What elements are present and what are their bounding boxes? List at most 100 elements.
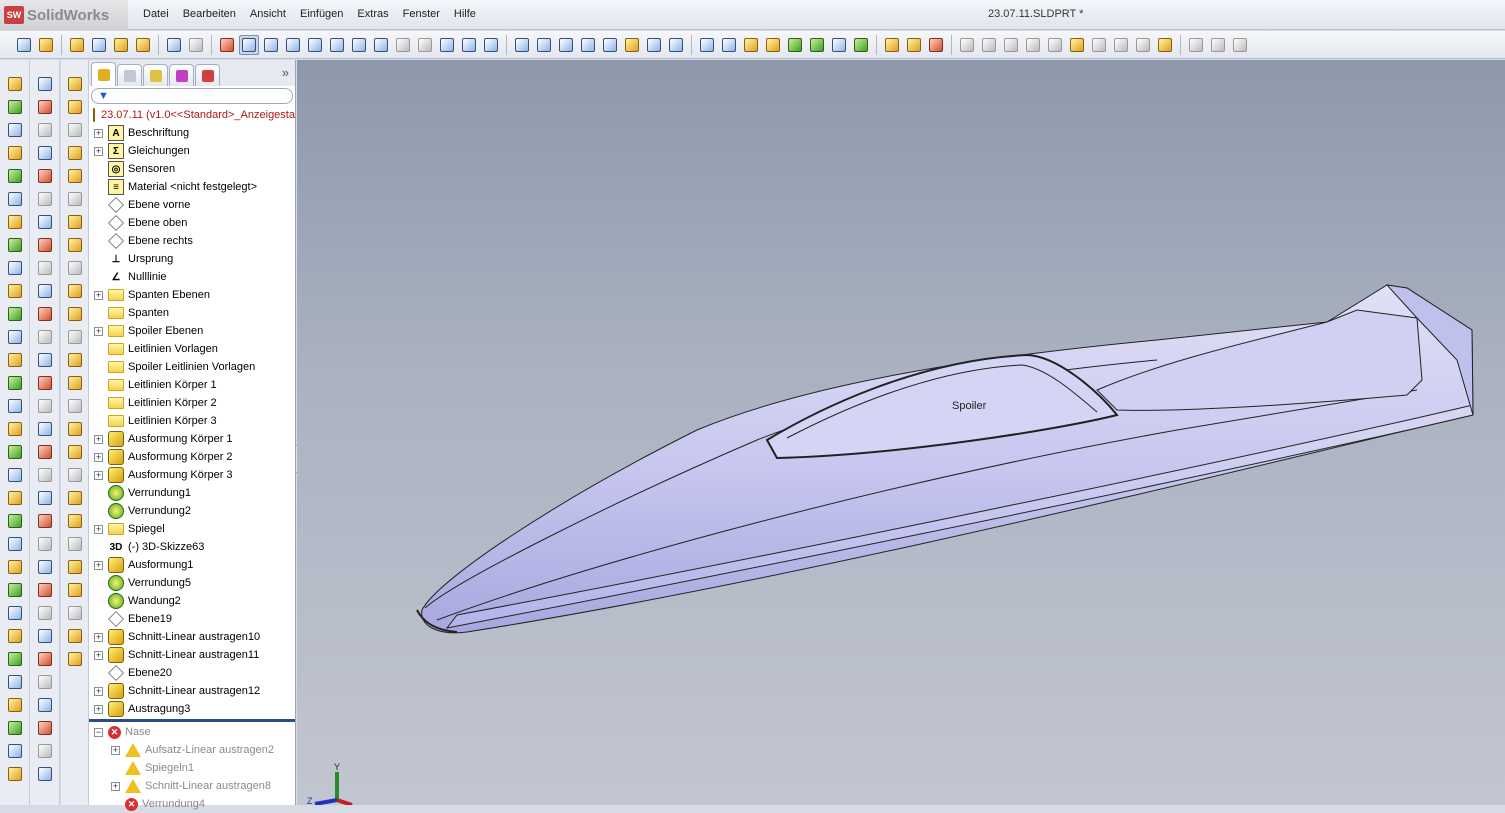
menu-item-hilfe[interactable]: Hilfe — [447, 8, 483, 20]
toolbar-button[interactable] — [35, 419, 55, 439]
tree-item[interactable]: ∠ Nulllinie — [89, 268, 295, 286]
toolbar-button[interactable] — [371, 35, 391, 55]
toolbar-button[interactable] — [1089, 35, 1109, 55]
toolbar-button[interactable] — [5, 74, 25, 94]
toolbar-button[interactable] — [785, 35, 805, 55]
toolbar-button[interactable] — [807, 35, 827, 55]
toolbar-button[interactable] — [957, 35, 977, 55]
toolbar-button[interactable] — [5, 350, 25, 370]
toolbar-button[interactable] — [1230, 35, 1250, 55]
tree-item[interactable]: Spanten — [89, 304, 295, 322]
tab-dimxpert-manager[interactable] — [169, 64, 194, 86]
toolbar-button[interactable] — [851, 35, 871, 55]
tree-item[interactable]: 3D (-) 3D-Skizze63 — [89, 538, 295, 556]
toolbar-button[interactable] — [35, 534, 55, 554]
tab-configuration-manager[interactable] — [143, 64, 168, 86]
tree-item[interactable]: ✕ Verrundung4 — [89, 795, 295, 813]
toolbar-button[interactable] — [35, 580, 55, 600]
expand-toggle[interactable]: + — [94, 650, 103, 660]
toolbar-button[interactable] — [5, 695, 25, 715]
tab-property-manager[interactable] — [117, 64, 142, 86]
toolbar-button[interactable] — [5, 465, 25, 485]
toolbar-button[interactable] — [644, 35, 664, 55]
toolbar-button[interactable] — [65, 626, 85, 646]
toolbar-button[interactable] — [5, 603, 25, 623]
toolbar-button[interactable] — [829, 35, 849, 55]
toolbar-button[interactable] — [111, 35, 131, 55]
boat-hull-model[interactable] — [416, 284, 1474, 634]
menu-item-fenster[interactable]: Fenster — [396, 8, 447, 20]
toolbar-button[interactable] — [14, 35, 34, 55]
toolbar-button[interactable] — [65, 74, 85, 94]
more-tabs-button[interactable]: » — [282, 65, 289, 80]
tree-item[interactable]: Ebene vorne — [89, 196, 295, 214]
tab-feature-manager[interactable] — [91, 62, 116, 86]
solidworks-logo[interactable]: SW SolidWorks — [0, 0, 128, 30]
toolbar-button[interactable] — [534, 35, 554, 55]
toolbar-button[interactable] — [65, 304, 85, 324]
toolbar-button[interactable] — [65, 350, 85, 370]
toolbar-button[interactable] — [35, 373, 55, 393]
tree-item[interactable]: + Austragung3 — [89, 700, 295, 718]
tree-item[interactable]: Leitlinien Körper 3 — [89, 412, 295, 430]
toolbar-button[interactable] — [5, 120, 25, 140]
toolbar-button[interactable] — [35, 189, 55, 209]
tree-item[interactable]: Ebene19 — [89, 610, 295, 628]
tree-item[interactable]: + A Beschriftung — [89, 124, 295, 142]
toolbar-button[interactable] — [35, 396, 55, 416]
tree-item[interactable]: + Schnitt-Linear austragen11 — [89, 646, 295, 664]
expand-toggle[interactable]: + — [94, 632, 103, 642]
toolbar-button[interactable] — [5, 741, 25, 761]
toolbar-button[interactable] — [1001, 35, 1021, 55]
toolbar-button[interactable] — [415, 35, 435, 55]
tree-item[interactable]: − ✕ Nase — [89, 723, 295, 741]
toolbar-button[interactable] — [5, 396, 25, 416]
toolbar-button[interactable] — [5, 143, 25, 163]
toolbar-button[interactable] — [217, 35, 237, 55]
toolbar-button[interactable] — [1045, 35, 1065, 55]
toolbar-button[interactable] — [393, 35, 413, 55]
expand-toggle[interactable]: + — [94, 560, 103, 570]
toolbar-button[interactable] — [5, 534, 25, 554]
toolbar-button[interactable] — [5, 672, 25, 692]
toolbar-button[interactable] — [35, 235, 55, 255]
toolbar-button[interactable] — [5, 488, 25, 508]
tab-display-manager[interactable] — [195, 64, 220, 86]
menu-item-ansicht[interactable]: Ansicht — [243, 8, 293, 20]
toolbar-button[interactable] — [437, 35, 457, 55]
toolbar-button[interactable] — [5, 97, 25, 117]
toolbar-button[interactable] — [979, 35, 999, 55]
tree-item[interactable]: Verrundung1 — [89, 484, 295, 502]
toolbar-button[interactable] — [882, 35, 902, 55]
tree-item[interactable]: Ebene oben — [89, 214, 295, 232]
tree-item[interactable]: + Ausformung Körper 2 — [89, 448, 295, 466]
tree-item[interactable]: Wandung2 — [89, 592, 295, 610]
toolbar-button[interactable] — [65, 166, 85, 186]
toolbar-button[interactable] — [89, 35, 109, 55]
toolbar-button[interactable] — [67, 35, 87, 55]
toolbar-button[interactable] — [5, 626, 25, 646]
toolbar-button[interactable] — [35, 649, 55, 669]
toolbar-button[interactable] — [5, 212, 25, 232]
tree-item[interactable]: + Schnitt-Linear austragen12 — [89, 682, 295, 700]
toolbar-button[interactable] — [5, 373, 25, 393]
toolbar-button[interactable] — [35, 672, 55, 692]
toolbar-button[interactable] — [164, 35, 184, 55]
toolbar-button[interactable] — [65, 143, 85, 163]
toolbar-button[interactable] — [35, 557, 55, 577]
toolbar-button[interactable] — [35, 718, 55, 738]
toolbar-button[interactable] — [35, 74, 55, 94]
tree-item[interactable]: + Spanten Ebenen — [89, 286, 295, 304]
toolbar-button[interactable] — [5, 281, 25, 301]
toolbar-button[interactable] — [578, 35, 598, 55]
toolbar-button[interactable] — [5, 557, 25, 577]
toolbar-button[interactable] — [5, 327, 25, 347]
tree-item[interactable]: + Ausformung Körper 1 — [89, 430, 295, 448]
toolbar-button[interactable] — [35, 120, 55, 140]
expand-toggle[interactable]: + — [94, 524, 103, 534]
toolbar-button[interactable] — [35, 465, 55, 485]
toolbar-button[interactable] — [5, 511, 25, 531]
tree-item[interactable]: + Spoiler Ebenen — [89, 322, 295, 340]
toolbar-button[interactable] — [65, 603, 85, 623]
tree-item[interactable]: Leitlinien Körper 1 — [89, 376, 295, 394]
